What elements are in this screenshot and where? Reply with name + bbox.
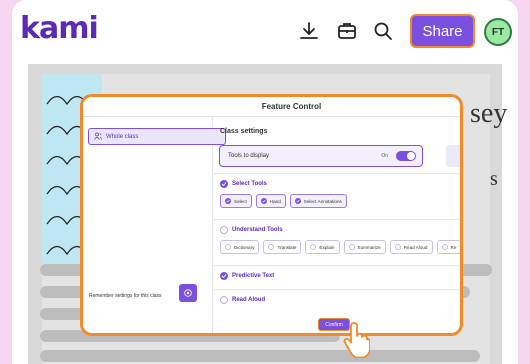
unchecked-circle-icon [220,226,228,234]
chip-label: Summarize [357,244,381,250]
section-header[interactable]: Select Tools [220,180,267,188]
section-understand-tools: Understand Tools Dictionary Translate Ex… [214,219,460,263]
chip-label: Explain [319,244,335,250]
section-select-tools: Select Tools Select Hand Select Annotati… [214,173,460,217]
chip-truncated[interactable]: Re [436,240,460,254]
unchecked-circle-icon [441,244,448,250]
checkmark-icon [220,180,228,188]
chip-label: Read Aloud [403,244,428,250]
unchecked-circle-icon [268,244,275,250]
chip-row: Select Hand Select Annotations [220,194,347,208]
hand-pointer-cursor-icon [343,322,370,358]
document-title-fragment: sey [470,98,508,129]
remember-settings-button[interactable] [179,284,197,302]
modal-main-panel: Class settings Tools to display On Selec… [214,117,460,333]
section-header[interactable]: Predictive Text [220,272,274,280]
user-avatar[interactable]: FT [484,18,512,46]
chip-row: Dictionary Translate Explain Summarize R… [220,240,460,254]
chip-label: Select Annotations [303,198,342,204]
modal-sidebar: Whole class Remember settings for this c… [83,117,226,333]
toolbox-icon[interactable] [334,18,360,44]
chip-hand[interactable]: Hand [255,194,286,208]
chip-select-annotations[interactable]: Select Annotations [289,194,347,208]
checkmark-icon [225,198,231,204]
remember-settings-label: Remember settings for this class [89,293,162,299]
chip-label: Dictionary [234,244,255,250]
search-icon[interactable] [370,18,396,44]
sidebar-item-label: Whole class [106,133,139,140]
section-label: Read Aloud [232,297,266,303]
document-line [40,350,480,362]
side-panel-edge [446,145,460,167]
chip-read-aloud[interactable]: Read Aloud [389,240,433,254]
unchecked-circle-icon [348,244,355,250]
chip-explain[interactable]: Explain [305,240,340,254]
chip-translate[interactable]: Translate [263,240,302,254]
kami-logo: kami [20,11,99,46]
section-header[interactable]: Understand Tools [220,226,283,234]
unchecked-circle-icon [220,296,228,304]
class-settings-heading: Class settings [220,128,268,135]
section-label: Understand Tools [232,227,283,233]
unchecked-circle-icon [310,244,317,250]
unchecked-circle-icon [394,244,401,250]
checkmark-icon [260,198,267,204]
chip-select[interactable]: Select [220,194,252,208]
document-text-fragment: s [490,168,498,190]
chip-dictionary[interactable]: Dictionary [220,240,260,254]
unchecked-circle-icon [225,244,231,250]
feature-control-modal: Feature Control Whole class Remember set… [80,94,463,336]
toggle-state-label: On [381,153,388,159]
share-button[interactable]: Share [410,14,475,48]
tools-to-display-row[interactable]: Tools to display On [219,145,423,167]
modal-title: Feature Control [83,97,460,117]
section-header[interactable]: Read Aloud [220,296,265,304]
section-label: Select Tools [232,181,267,187]
tools-toggle-switch[interactable] [396,151,416,161]
tools-to-display-label: Tools to display [228,153,270,159]
section-label: Predictive Text [232,273,275,279]
checkmark-icon [294,198,301,204]
chip-label: Select [234,198,247,204]
chip-summarize[interactable]: Summarize [343,240,386,254]
chip-label: Hand [269,198,281,204]
settings-icon [184,289,192,297]
users-icon [94,132,102,142]
checkmark-icon [220,272,228,280]
chip-label: Re [450,244,457,250]
chip-label: Translate [277,244,297,250]
sidebar-item-whole-class[interactable]: Whole class [88,128,226,145]
download-icon[interactable] [296,18,322,44]
section-predictive-text: Predictive Text [214,265,460,287]
